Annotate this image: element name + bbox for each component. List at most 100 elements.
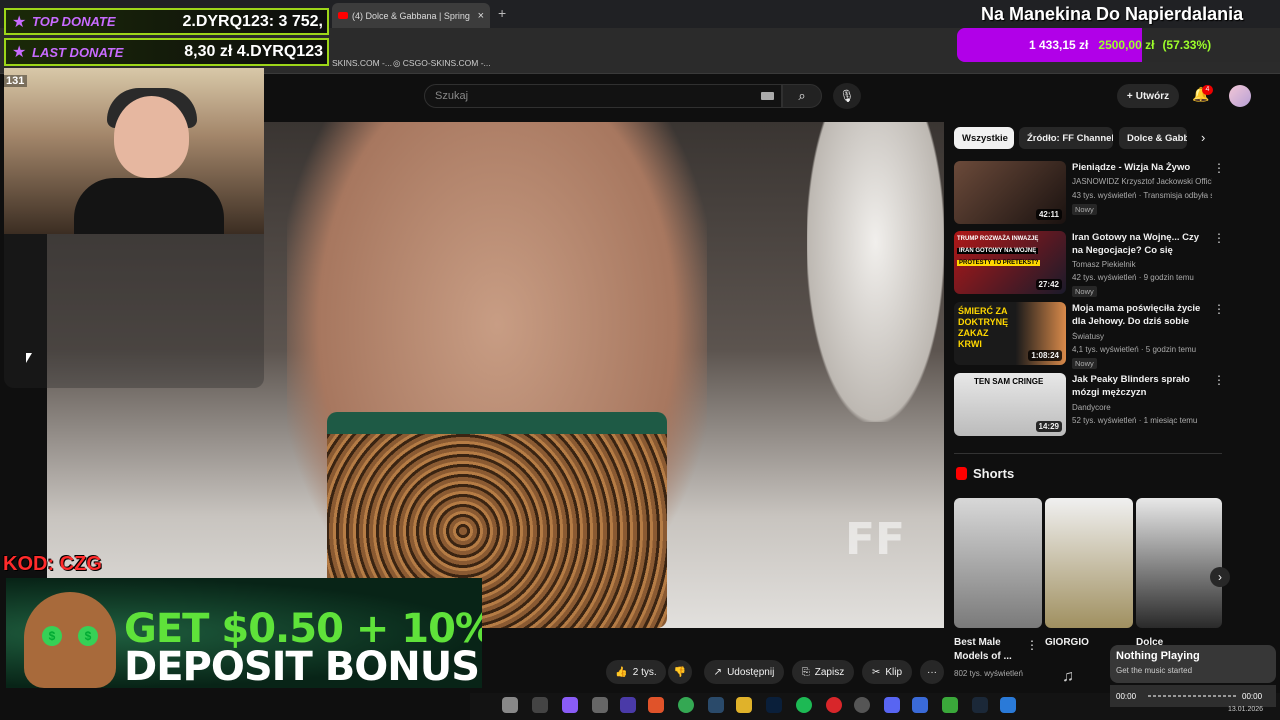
kebab-menu-icon[interactable]: ⋮: [1026, 638, 1038, 652]
search-icon: ⌕: [798, 88, 806, 103]
tab-title: (4) Dolce & Gabbana | Spring: [352, 10, 470, 21]
recommendation-channel[interactable]: Światusy: [1072, 332, 1212, 341]
short-thumbnail[interactable]: [1045, 498, 1133, 628]
share-button[interactable]: ↗ Udostępnij: [704, 660, 784, 684]
shorts-next-chevron-icon[interactable]: ›: [1210, 567, 1230, 587]
mouse-cursor-icon: [26, 353, 32, 363]
keyboard-icon[interactable]: [761, 92, 774, 100]
thumbs-up-icon: 👍: [615, 666, 628, 678]
kebab-menu-icon[interactable]: ⋮: [1213, 373, 1225, 387]
recommendation-item[interactable]: 42:11 Pieniądze - Wizja Na Żywo JASNOWID…: [954, 161, 1234, 227]
recommendation-title[interactable]: Pieniądze - Wizja Na Żywo: [1072, 161, 1212, 174]
brave-icon[interactable]: [648, 697, 664, 713]
save-label: Zapisz: [814, 666, 845, 678]
chip-dolce[interactable]: Dolce & Gabbana: [1119, 127, 1187, 149]
promo-banner: $ $ GET $0.50 + 10% DEPOSIT BONUS: [6, 578, 482, 688]
recommendation-meta: 42 tys. wyświetleń · 9 godzin temu: [1072, 273, 1194, 282]
steam-icon[interactable]: [972, 697, 988, 713]
top-donate-widget: ★ TOP DONATE 2.DYRQ123: 3 752,: [4, 8, 329, 35]
bookmark-item[interactable]: ◎ CSGO-SKINS.COM -...: [393, 58, 491, 69]
app-icon[interactable]: [854, 697, 870, 713]
new-tab-button[interactable]: +: [498, 5, 506, 21]
short-thumbnail[interactable]: [1136, 498, 1222, 628]
spotify-icon[interactable]: [796, 697, 812, 713]
recommendation-item[interactable]: TEN SAM CRINGE 14:29 Jak Peaky Blinders …: [954, 373, 1234, 439]
video-thumbnail[interactable]: 42:11: [954, 161, 1066, 224]
clip-button[interactable]: ✂ Klip: [862, 660, 912, 684]
recommendation-channel[interactable]: JASNOWIDZ Krzysztof Jackowski Official: [1072, 177, 1212, 186]
chevron-right-icon[interactable]: ›: [1201, 130, 1205, 145]
app-icon[interactable]: [592, 697, 608, 713]
notification-count-badge: 4: [1202, 85, 1213, 95]
new-badge: Nowy: [1072, 204, 1097, 215]
kebab-menu-icon[interactable]: ⋮: [1213, 231, 1225, 245]
camera-icon[interactable]: [502, 697, 518, 713]
recommendation-title[interactable]: Iran Gotowy na Wojnę... Czy na Negocjacj…: [1072, 231, 1212, 258]
recommendation-title[interactable]: Jak Peaky Blinders sprało mózgi mężczyzn: [1072, 373, 1212, 399]
browser-tab[interactable]: (4) Dolce & Gabbana | Spring ×: [332, 3, 490, 28]
bookmark-item[interactable]: SKINS.COM -...: [332, 58, 392, 68]
video-thumbnail[interactable]: TEN SAM CRINGE 14:29: [954, 373, 1066, 436]
save-button[interactable]: ⎘ Zapisz: [792, 660, 854, 684]
recommendation-item[interactable]: ŚMIERĆ ZA DOKTRYNĘ ZAKAZ KRWI 1:08:24 Mo…: [954, 302, 1234, 369]
music-note-icon: ♫: [1062, 668, 1074, 685]
shorts-heading: Shorts: [956, 466, 1014, 481]
short-thumbnail[interactable]: [954, 498, 1042, 628]
app-icon[interactable]: [708, 697, 724, 713]
avatar[interactable]: [1229, 85, 1251, 107]
goal-target: 2500,00 zł: [1098, 38, 1155, 52]
recommendation-channel[interactable]: Tomasz Piekielnik: [1072, 260, 1212, 269]
app-icon[interactable]: [912, 697, 928, 713]
app-icon[interactable]: [826, 697, 842, 713]
kebab-menu-icon[interactable]: ⋮: [1213, 161, 1225, 175]
thumbnail-text: PROTESTY TO PRETEKST?: [957, 260, 1041, 266]
youtube-favicon-icon: [338, 12, 348, 19]
chrome-icon[interactable]: [678, 697, 694, 713]
now-playing-title: Nothing Playing: [1116, 650, 1200, 662]
clip-label: Klip: [885, 666, 903, 678]
now-playing-progress: 00:00 00:00: [1110, 685, 1276, 707]
recommendation-meta: 52 tys. wyświetleń · 1 miesiąc temu: [1072, 416, 1198, 425]
progress-track: [1148, 695, 1236, 697]
chip-all[interactable]: Wszystkie: [954, 127, 1014, 149]
voice-search-button[interactable]: 🎙: [833, 83, 861, 109]
kebab-menu-icon[interactable]: ⋮: [1213, 302, 1225, 316]
short-title[interactable]: Best Male Models of ...: [954, 636, 1024, 664]
shorts-heading-label: Shorts: [973, 466, 1015, 481]
time-end: 00:00: [1242, 692, 1263, 701]
app-icon[interactable]: [562, 697, 578, 713]
bookmark-globe-icon: ◎: [393, 58, 401, 68]
short-title[interactable]: GIORGIO: [1045, 636, 1089, 650]
create-button[interactable]: + Utwórz: [1117, 84, 1179, 108]
thumbnail-text: IRAN GOTOWY NA WOJNĘ: [957, 248, 1039, 254]
app-icon[interactable]: [620, 697, 636, 713]
new-badge: Nowy: [1072, 358, 1097, 369]
chip-source[interactable]: Źródło: FF Channel: [1019, 127, 1113, 149]
last-donate-value: 8,30 zł 4.DYRQ123: [184, 43, 323, 60]
recommendation-channel[interactable]: Dandycore: [1072, 403, 1212, 412]
thumbnail-text: TEN SAM CRINGE: [974, 377, 1044, 386]
more-actions-button[interactable]: ···: [920, 660, 944, 684]
search-input[interactable]: Szukaj: [424, 84, 782, 108]
recommendation-title[interactable]: Moja mama poświęciła życie dla Jehowy. D…: [1072, 302, 1212, 329]
donation-goal-bar: 1 433,15 zł 2500,00 zł (57.33%): [957, 28, 1280, 62]
microphone-icon: 🎙: [839, 89, 855, 103]
recommendation-item[interactable]: TRUMP ROZWAŻA INWAZJĘ IRAN GOTOWY NA WOJ…: [954, 231, 1234, 297]
app-icon[interactable]: [942, 697, 958, 713]
search-button[interactable]: ⌕: [782, 84, 822, 108]
duration-badge: 14:29: [1035, 421, 1062, 432]
create-label: Utwórz: [1135, 90, 1170, 102]
photoshop-icon[interactable]: [766, 697, 782, 713]
discord-icon[interactable]: [884, 697, 900, 713]
top-donate-value: 2.DYRQ123: 3 752,: [182, 12, 323, 30]
like-button[interactable]: 👍 2 tys.: [606, 660, 666, 684]
app-icon[interactable]: [1000, 697, 1016, 713]
last-donate-label: LAST DONATE: [32, 44, 124, 60]
video-thumbnail[interactable]: ŚMIERĆ ZA DOKTRYNĘ ZAKAZ KRWI 1:08:24: [954, 302, 1066, 365]
tab-close-icon[interactable]: ×: [478, 10, 484, 22]
app-icon[interactable]: [532, 697, 548, 713]
folder-icon[interactable]: [736, 697, 752, 713]
banner-subline: DEPOSIT BONUS: [124, 644, 480, 688]
dislike-button[interactable]: 👎: [668, 660, 692, 684]
video-thumbnail[interactable]: TRUMP ROZWAŻA INWAZJĘ IRAN GOTOWY NA WOJ…: [954, 231, 1066, 294]
